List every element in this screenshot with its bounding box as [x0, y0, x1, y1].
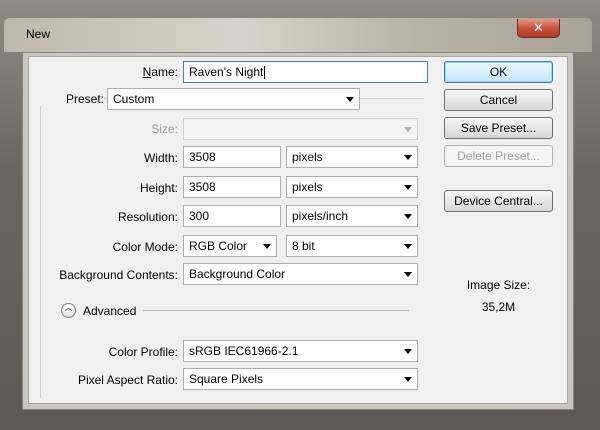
image-size-value: 35,2M: [481, 300, 516, 314]
resolution-unit-select[interactable]: pixels/inch: [286, 205, 418, 227]
image-size-label: Image Size:: [466, 278, 531, 292]
dialog-window: New ✕ Name: Raven's Night Preset: Custom…: [0, 0, 600, 430]
color-mode-value: RGB Color: [189, 239, 248, 253]
color-profile-value: sRGB IEC61966-2.1: [189, 344, 299, 358]
chevron-down-icon: [404, 272, 412, 277]
name-input[interactable]: Raven's Night: [183, 61, 428, 83]
resolution-value: 300: [189, 209, 210, 223]
chevron-down-icon: [263, 244, 271, 249]
resolution-input[interactable]: 300: [183, 205, 281, 227]
resolution-label: Resolution:: [100, 210, 178, 224]
preset-label-text: Preset:: [65, 92, 104, 106]
resolution-label-text: Resolution:: [117, 210, 178, 224]
advanced-toggle[interactable]: ︿: [61, 303, 76, 318]
pixel-aspect-label-text: Pixel Aspect Ratio:: [77, 373, 178, 387]
preset-value: Custom: [113, 92, 155, 106]
chevron-down-icon: [404, 349, 412, 354]
color-profile-label-text: Color Profile:: [108, 345, 178, 359]
collapse-icon: ︿: [64, 303, 73, 312]
cancel-button[interactable]: Cancel: [444, 89, 553, 111]
name-label-text: ame:: [151, 65, 178, 79]
advanced-label-text: Advanced: [83, 304, 137, 318]
device-central-button[interactable]: Device Central...: [444, 190, 553, 212]
background-value: Background Color: [189, 267, 286, 281]
pixel-aspect-select[interactable]: Square Pixels: [183, 368, 418, 390]
width-label-text: Width:: [143, 151, 178, 165]
height-input[interactable]: 3508: [183, 176, 281, 198]
color-mode-label: Color Mode:: [100, 240, 178, 254]
advanced-label[interactable]: Advanced: [83, 304, 136, 318]
height-label-text: Height:: [139, 181, 178, 195]
size-label: Size:: [100, 122, 178, 136]
height-value: 3508: [189, 180, 216, 194]
color-mode-label-text: Color Mode:: [112, 240, 178, 254]
chevron-down-icon: [404, 244, 412, 249]
window-title: New: [26, 27, 51, 41]
width-value: 3508: [189, 150, 216, 164]
pixel-aspect-label: Pixel Aspect Ratio:: [40, 373, 178, 387]
pixel-aspect-value: Square Pixels: [189, 372, 264, 386]
background-label: Background Contents:: [40, 268, 178, 282]
advanced-divider: [143, 310, 409, 311]
width-label: Width:: [100, 151, 178, 165]
chevron-down-icon: [346, 97, 354, 102]
save-preset-button[interactable]: Save Preset...: [444, 117, 553, 139]
chevron-down-icon: [404, 185, 412, 190]
text-cursor: [264, 66, 266, 80]
height-unit-select[interactable]: pixels: [286, 176, 418, 198]
background-label-text: Background Contents:: [59, 268, 178, 282]
background-select[interactable]: Background Color: [183, 263, 418, 285]
chevron-down-icon: [404, 127, 412, 132]
name-input-value: Raven's Night: [189, 65, 264, 79]
bit-depth-value: 8 bit: [292, 239, 315, 253]
chevron-down-icon: [404, 377, 412, 382]
color-profile-select[interactable]: sRGB IEC61966-2.1: [183, 340, 418, 362]
width-unit-select[interactable]: pixels: [286, 146, 418, 168]
preset-select[interactable]: Custom: [107, 88, 360, 110]
chevron-down-icon: [404, 214, 412, 219]
chevron-down-icon: [404, 155, 412, 160]
close-icon: ✕: [533, 20, 544, 35]
height-label: Height:: [100, 181, 178, 195]
title-bar[interactable]: [4, 18, 592, 52]
close-button[interactable]: ✕: [517, 19, 560, 38]
size-select[interactable]: [183, 118, 418, 140]
name-label: Name:: [142, 65, 178, 79]
ok-button[interactable]: OK: [444, 61, 553, 83]
height-unit-value: pixels: [292, 180, 323, 194]
color-mode-select[interactable]: RGB Color: [183, 235, 277, 257]
bit-depth-select[interactable]: 8 bit: [286, 235, 418, 257]
width-unit-value: pixels: [292, 150, 323, 164]
resolution-unit-value: pixels/inch: [292, 209, 349, 223]
color-profile-label: Color Profile:: [40, 345, 178, 359]
width-input[interactable]: 3508: [183, 146, 281, 168]
delete-preset-button[interactable]: Delete Preset...: [444, 145, 553, 167]
preset-label: Preset:: [40, 92, 104, 106]
size-label-text: Size:: [151, 122, 178, 136]
